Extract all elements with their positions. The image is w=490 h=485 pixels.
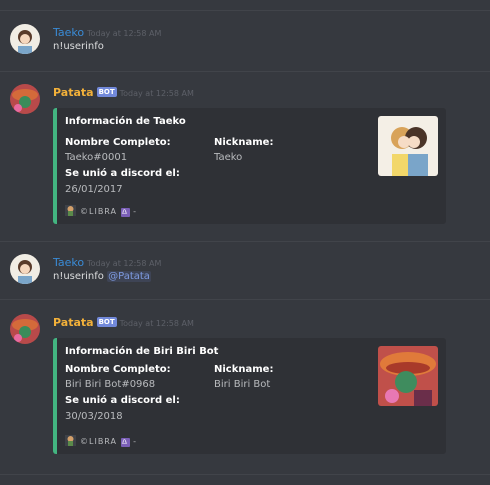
timestamp: Today at 12:58 AM <box>87 259 162 268</box>
author-name[interactable]: Taeko <box>53 26 84 39</box>
bot-badge: BOT <box>96 317 117 327</box>
timestamp: Today at 12:58 AM <box>87 29 162 38</box>
field-name: Nickname: <box>214 137 274 148</box>
userinfo-embed: Información de Biri Biri Bot Nombre Comp… <box>53 338 446 454</box>
libra-icon: ♎ <box>120 208 130 217</box>
field-value: 30/03/2018 <box>65 411 123 422</box>
embed-title: Información de Biri Biri Bot <box>65 346 219 357</box>
taeko-avatar[interactable] <box>10 24 40 54</box>
embed-thumbnail[interactable] <box>378 116 438 176</box>
taeko-avatar[interactable] <box>10 254 40 284</box>
footer-suffix: - <box>133 207 137 216</box>
top-divider <box>0 10 490 11</box>
field-value: Taeko <box>214 152 243 163</box>
field-value: Biri Biri Bot <box>214 379 271 390</box>
footer-suffix: - <box>133 437 137 446</box>
footer-text: ©LIBRA <box>80 207 118 216</box>
userinfo-embed: Información de Taeko Nombre Completo: Ta… <box>53 108 446 224</box>
field-value: Taeko#0001 <box>65 152 128 163</box>
bottom-divider <box>0 474 490 475</box>
message-divider <box>0 241 490 242</box>
field-value: Biri Biri Bot#0968 <box>65 379 156 390</box>
timestamp: Today at 12:58 AM <box>119 89 194 98</box>
author-name[interactable]: Patata <box>53 86 94 99</box>
field-name: Nombre Completo: <box>65 364 171 375</box>
footer-text: ©LIBRA <box>80 437 118 446</box>
libra-character-icon <box>65 435 76 446</box>
libra-icon: ♎ <box>120 438 130 447</box>
message-divider <box>0 71 490 72</box>
patata-avatar[interactable] <box>10 314 40 344</box>
libra-character-icon <box>65 205 76 216</box>
patata-avatar[interactable] <box>10 84 40 114</box>
embed-title: Información de Taeko <box>65 116 186 127</box>
field-name: Se unió a discord el: <box>65 395 180 406</box>
field-name: Nickname: <box>214 364 274 375</box>
bot-badge: BOT <box>96 87 117 97</box>
field-name: Se unió a discord el: <box>65 168 180 179</box>
author-name[interactable]: Taeko <box>53 256 84 269</box>
embed-thumbnail[interactable] <box>378 346 438 406</box>
message-text: n!userinfo <box>53 41 104 52</box>
message-divider <box>0 299 490 300</box>
field-value: 26/01/2017 <box>65 184 123 195</box>
embed-footer: ©LIBRA ♎ - <box>65 205 137 217</box>
message-text: n!userinfo <box>53 271 104 282</box>
user-mention[interactable]: @Patata <box>107 271 151 282</box>
author-name[interactable]: Patata <box>53 316 94 329</box>
field-name: Nombre Completo: <box>65 137 171 148</box>
message-content: n!userinfo @Patata <box>53 271 151 282</box>
embed-footer: ©LIBRA ♎ - <box>65 435 137 447</box>
timestamp: Today at 12:58 AM <box>119 319 194 328</box>
